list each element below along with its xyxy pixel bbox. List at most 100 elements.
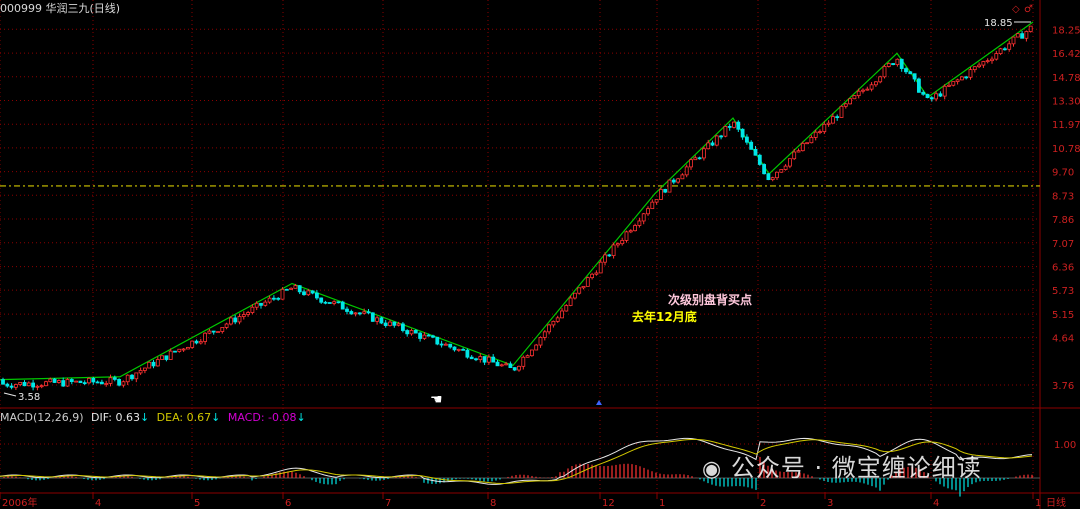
candle-body bbox=[203, 332, 208, 342]
candle-body bbox=[1007, 43, 1012, 50]
dea-arrow-icon: ↓ bbox=[211, 411, 221, 424]
candle-body bbox=[396, 323, 401, 326]
candle-body bbox=[753, 148, 758, 156]
candle-body bbox=[1024, 31, 1029, 39]
dif-label: DIF: bbox=[91, 411, 112, 424]
candle-body bbox=[486, 356, 491, 363]
candle-body bbox=[345, 308, 349, 312]
candle-body bbox=[112, 377, 117, 380]
low-price-label: 3.58 bbox=[18, 392, 40, 403]
price-tick-label: 14.78 bbox=[1052, 73, 1080, 84]
candle-body bbox=[706, 142, 711, 150]
chart-title: 000999 华润三九(日线) bbox=[0, 2, 121, 15]
candle-body bbox=[719, 135, 723, 138]
wechat-icon: ◉ bbox=[702, 457, 723, 482]
candle-body bbox=[409, 330, 414, 335]
candle-body bbox=[482, 356, 487, 363]
candle-body bbox=[762, 164, 766, 175]
candle-body bbox=[138, 370, 143, 374]
candle-body bbox=[994, 53, 999, 60]
candle-body bbox=[323, 301, 328, 304]
candle-body bbox=[732, 121, 736, 128]
candle-body bbox=[874, 81, 878, 86]
candle-body bbox=[796, 150, 801, 153]
candle-body bbox=[78, 380, 83, 384]
candle-body bbox=[573, 292, 577, 299]
price-tick-label: 7.07 bbox=[1052, 239, 1074, 250]
candle-body bbox=[895, 58, 900, 66]
candle-body bbox=[714, 135, 719, 146]
candle-body bbox=[805, 142, 809, 145]
candle-body bbox=[538, 337, 543, 346]
candle-body bbox=[160, 355, 165, 360]
candle-body bbox=[727, 126, 732, 128]
candle-body bbox=[740, 128, 745, 138]
candle-body bbox=[224, 323, 229, 328]
candle-body bbox=[813, 131, 818, 138]
candle-body bbox=[783, 165, 788, 170]
candle-body bbox=[676, 178, 680, 183]
candle-body bbox=[164, 355, 169, 360]
candle-body bbox=[723, 126, 728, 137]
candle-body bbox=[775, 171, 779, 179]
candle-body bbox=[48, 378, 53, 383]
candle-body bbox=[155, 359, 160, 367]
candle-body bbox=[581, 285, 586, 289]
candle-body bbox=[237, 316, 242, 323]
candle-body bbox=[908, 71, 913, 75]
candle-body bbox=[603, 254, 607, 263]
candle-body bbox=[74, 380, 78, 383]
candle-body bbox=[620, 240, 625, 245]
price-tick-label: 13.30 bbox=[1052, 97, 1080, 108]
candle-body bbox=[233, 317, 238, 323]
x-tick-label: 4 bbox=[95, 498, 101, 509]
candle-body bbox=[964, 76, 969, 79]
macd-legend: MACD(12,26,9) DIF: 0.63↓ DEA: 0.67↓ MACD… bbox=[0, 411, 306, 424]
candle-body bbox=[560, 310, 564, 319]
candle-body bbox=[121, 381, 126, 386]
candle-body bbox=[366, 311, 371, 314]
candle-body bbox=[891, 63, 895, 66]
candle-body bbox=[530, 349, 534, 357]
candle-body bbox=[491, 356, 496, 363]
candle-body bbox=[886, 63, 891, 67]
candle-body bbox=[504, 363, 509, 366]
candle-body bbox=[671, 179, 676, 183]
candle-body bbox=[947, 84, 951, 87]
candle-body bbox=[370, 312, 375, 322]
candle-body bbox=[379, 317, 384, 324]
candle-body bbox=[340, 301, 345, 310]
candle-body bbox=[981, 61, 986, 66]
candle-body bbox=[13, 384, 18, 388]
x-tick-label: 1 bbox=[659, 498, 665, 509]
candle-body bbox=[684, 166, 689, 176]
candle-body bbox=[69, 379, 74, 383]
price-tick-label: 5.15 bbox=[1052, 310, 1074, 321]
candle-body bbox=[177, 348, 182, 352]
candle-body bbox=[405, 330, 410, 335]
candle-body bbox=[585, 277, 590, 287]
candle-body bbox=[125, 374, 130, 383]
marker-triangle bbox=[596, 400, 602, 405]
candle-body bbox=[921, 91, 926, 95]
candle-body bbox=[388, 321, 392, 326]
candle-body bbox=[362, 311, 367, 314]
price-tick-label: 3.76 bbox=[1052, 381, 1074, 392]
candle-body bbox=[284, 288, 289, 291]
x-tick-label: 日线 bbox=[1046, 496, 1066, 509]
candle-body bbox=[702, 148, 706, 159]
candle-body bbox=[960, 76, 964, 81]
candle-body bbox=[435, 336, 440, 345]
candle-body bbox=[108, 377, 113, 384]
candle-body bbox=[134, 372, 139, 380]
candle-body bbox=[22, 382, 27, 387]
candle-body bbox=[181, 348, 186, 351]
candle-body bbox=[598, 261, 603, 274]
candle-body bbox=[818, 131, 822, 133]
candle-body bbox=[474, 358, 478, 361]
candle-body bbox=[882, 66, 887, 78]
candle-body bbox=[216, 331, 220, 333]
candle-body bbox=[302, 291, 306, 296]
candle-body bbox=[241, 314, 246, 317]
candle-body bbox=[517, 365, 521, 371]
